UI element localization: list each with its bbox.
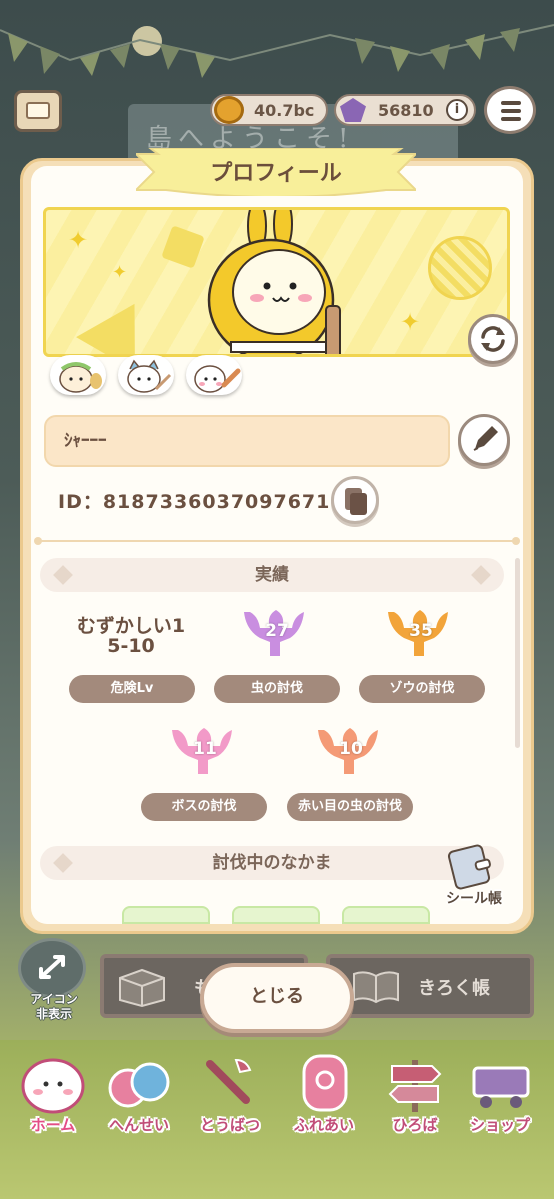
achievement-label: 虫の討伐 — [214, 675, 340, 703]
expand-arrows-icon — [39, 955, 65, 979]
elephant-trophy-value: 35 — [409, 621, 433, 641]
sticker-badge-1[interactable] — [50, 355, 106, 395]
close-button[interactable]: とじる — [200, 963, 354, 1033]
shop-cart-icon[interactable] — [468, 1050, 538, 1114]
menu-icon — [501, 101, 521, 105]
party-icon[interactable] — [104, 1050, 174, 1114]
achievement-label: 赤い目の虫の討伐 — [287, 793, 413, 821]
square-shape-decoration — [161, 225, 205, 269]
companion-card[interactable] — [342, 906, 430, 924]
nav-shop[interactable]: ショップ — [454, 1114, 546, 1135]
circle-shape-decoration — [428, 236, 492, 300]
hachiware-sticker-icon — [59, 362, 102, 393]
companion-card[interactable] — [122, 906, 210, 924]
nav-home[interactable]: ホーム — [7, 1114, 99, 1135]
mail-button[interactable] — [14, 90, 62, 132]
boss-trophy-value: 11 — [193, 739, 217, 759]
coin-icon — [214, 96, 244, 124]
weapon-icon[interactable] — [196, 1050, 266, 1114]
diamond-decoration — [53, 565, 73, 585]
gem-value: 56810 — [378, 100, 434, 120]
chiikawa-sticker-icon — [194, 365, 241, 393]
signpost-icon[interactable] — [380, 1050, 450, 1114]
envelope-icon — [26, 102, 50, 119]
bug-trophy-value: 27 — [265, 621, 289, 641]
danger-level-value: むずかしい1 5-10 — [66, 616, 196, 656]
seal-book-label[interactable]: シール帳 — [442, 888, 506, 908]
icon-hide-label: アイコン 非表示 — [30, 992, 78, 1021]
companions-header: 討伐中のなかま — [40, 846, 504, 880]
achievements-header: 実績 — [40, 558, 504, 592]
seal-book-icon[interactable] — [446, 844, 498, 890]
bunting-decoration — [0, 24, 554, 78]
elephant-trophy-icon: 35 — [388, 606, 454, 668]
diamond-decoration — [53, 853, 73, 873]
profile-banner: ✦ ✦ ✦ — [43, 207, 510, 357]
sparkle-icon: ✦ — [400, 308, 421, 336]
dialog-title: プロフィール — [210, 161, 342, 186]
home-icon[interactable] — [18, 1050, 88, 1114]
refresh-button[interactable] — [468, 314, 518, 364]
red-eye-bug-trophy-icon: 10 — [318, 724, 384, 786]
nav-battle[interactable]: とうばつ — [184, 1114, 276, 1135]
pencil-icon — [473, 426, 498, 451]
achievement-label: 危険Lv — [69, 675, 195, 703]
scrollbar[interactable] — [515, 558, 520, 748]
usagi-character-icon — [207, 210, 341, 354]
diamond-decoration — [471, 565, 491, 585]
sparkle-icon: ✦ — [68, 226, 89, 254]
divider — [38, 540, 516, 542]
contact-icon[interactable] — [290, 1050, 360, 1114]
boss-trophy-icon: 11 — [172, 724, 238, 786]
nav-plaza[interactable]: ひろば — [369, 1114, 461, 1135]
info-button[interactable]: i — [446, 99, 468, 121]
nav-interact[interactable]: ふれあい — [278, 1114, 370, 1135]
achievement-label: ゾウの討伐 — [359, 675, 485, 703]
danger-level-value-line1: むずかしい1 — [76, 615, 186, 637]
sticker-badge-2[interactable] — [118, 355, 174, 395]
coin-value: 40.7bc — [254, 100, 315, 120]
icon-hide-button[interactable] — [18, 938, 86, 998]
sticker-badge-3[interactable] — [186, 355, 242, 395]
gem-icon — [340, 98, 366, 122]
copy-id-button[interactable] — [331, 476, 379, 524]
achievement-label: ボスの討伐 — [141, 793, 267, 821]
danger-level-value-line2: 5-10 — [107, 635, 155, 657]
edit-name-button[interactable] — [458, 414, 510, 466]
sparkle-icon: ✦ — [112, 262, 128, 283]
player-name-field[interactable]: ｼｬｰｰｰ — [44, 415, 450, 467]
companion-card[interactable] — [232, 906, 320, 924]
record-book-button[interactable]: きろく帳 — [326, 954, 534, 1018]
menu-button[interactable] — [484, 86, 536, 134]
triangle-shape-decoration — [76, 286, 164, 354]
refresh-icon — [481, 326, 505, 352]
coin-counter: 40.7bc — [210, 94, 328, 126]
nav-formation[interactable]: へんせい — [93, 1114, 185, 1135]
bug-trophy-icon: 27 — [244, 606, 310, 668]
record-book-label: きろく帳 — [418, 978, 490, 999]
box-icon — [119, 968, 165, 1008]
cat-sticker-icon — [127, 359, 172, 393]
player-id: ID：8187336037097671 — [58, 491, 331, 513]
open-book-icon — [353, 971, 399, 1004]
red-eye-bug-trophy-value: 10 — [339, 739, 363, 759]
gem-counter: 56810 i — [334, 94, 476, 126]
